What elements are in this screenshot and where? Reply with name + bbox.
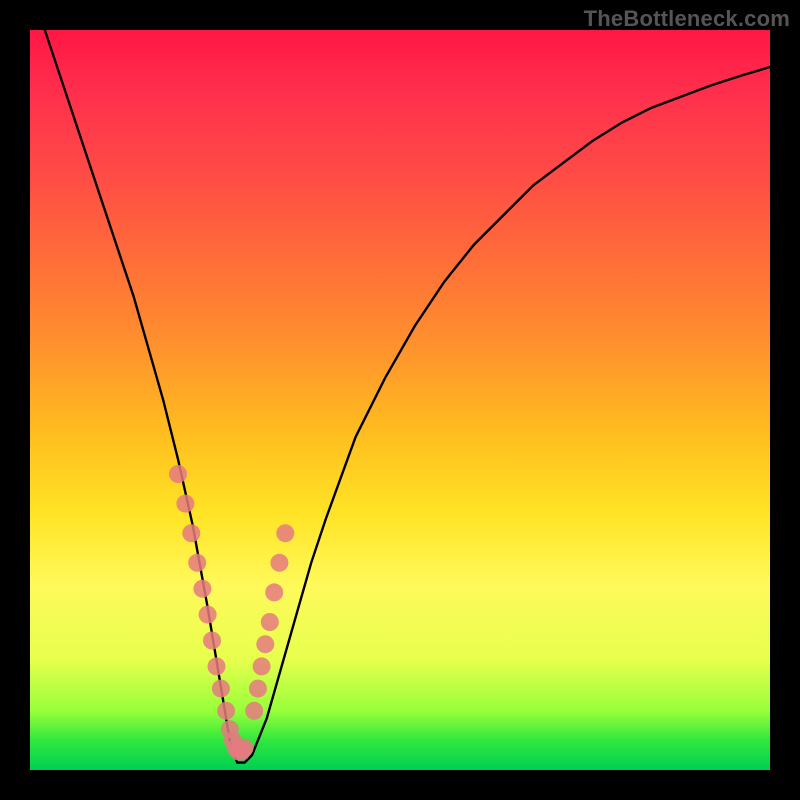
marker-dot xyxy=(217,702,235,720)
marker-dot xyxy=(182,524,200,542)
marker-dot xyxy=(199,606,217,624)
marker-dot xyxy=(276,524,294,542)
marker-dot xyxy=(256,635,274,653)
watermark-text: TheBottleneck.com xyxy=(584,6,790,32)
marker-dot xyxy=(249,680,267,698)
marker-dot xyxy=(193,580,211,598)
marker-dot xyxy=(270,554,288,572)
marker-dot xyxy=(208,657,226,675)
bottleneck-curve-svg xyxy=(30,30,770,770)
marker-dot xyxy=(203,632,221,650)
marker-dot xyxy=(261,613,279,631)
markers-group xyxy=(169,465,294,761)
marker-dot xyxy=(188,554,206,572)
chart-frame: TheBottleneck.com xyxy=(0,0,800,800)
plot-area xyxy=(30,30,770,770)
marker-dot xyxy=(245,702,263,720)
marker-dot xyxy=(265,583,283,601)
marker-dot xyxy=(212,680,230,698)
bottleneck-curve xyxy=(45,30,770,763)
marker-dot xyxy=(176,495,194,513)
marker-dot xyxy=(169,465,187,483)
marker-dot xyxy=(253,657,271,675)
marker-dot xyxy=(236,739,254,757)
